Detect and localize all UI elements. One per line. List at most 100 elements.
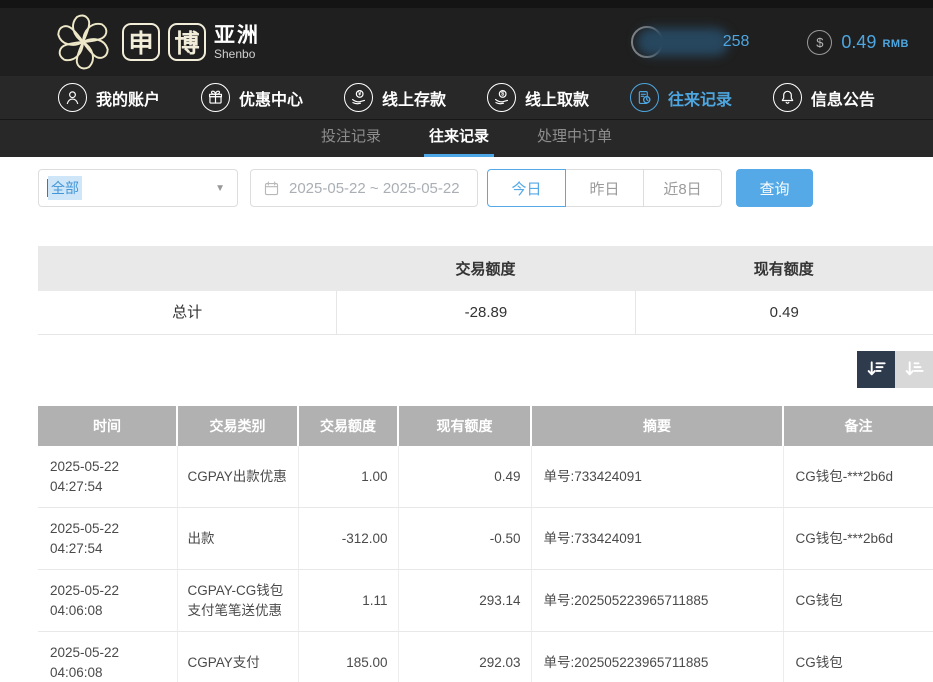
table-cell: CGPAY出款优惠 bbox=[177, 446, 298, 508]
quick-button-yesterday[interactable]: 昨日 bbox=[565, 169, 644, 207]
table-cell: 单号:733424091 bbox=[531, 446, 783, 508]
nav-item-label: 我的账户 bbox=[96, 86, 160, 110]
nav-item-online-withdraw[interactable]: $ 线上取款 bbox=[487, 83, 589, 112]
table-cell: CG钱包-***2b6d bbox=[783, 508, 933, 570]
nav-item-label: 线上存款 bbox=[382, 86, 446, 110]
main-nav: 我的账户 优惠中心 ¥ 线上存款 $ 线上取款 往来记录 信息公告 bbox=[0, 76, 933, 119]
table-cell: CGPAY-CG钱包支付笔笔送优惠 bbox=[177, 570, 298, 632]
table-cell: 2025-05-22 04:06:08 bbox=[38, 632, 177, 682]
deposit-icon: ¥ bbox=[344, 83, 373, 112]
column-header: 交易额度 bbox=[298, 406, 398, 446]
logo-region-cn: 亚洲 bbox=[214, 25, 260, 46]
redacted-username bbox=[637, 28, 729, 56]
table-cell: 单号:733424091 bbox=[531, 508, 783, 570]
table-cell: 1.00 bbox=[298, 446, 398, 508]
tab-processing-orders[interactable]: 处理中订单 bbox=[532, 120, 617, 157]
table-cell: -0.50 bbox=[398, 508, 531, 570]
table-cell: 单号:202505223965711885 bbox=[531, 570, 783, 632]
nav-item-label: 线上取款 bbox=[525, 86, 589, 110]
column-header: 时间 bbox=[38, 406, 177, 446]
table-cell: CG钱包 bbox=[783, 632, 933, 682]
site-header: 申 博 亚洲 Shenbo 258 $ 0.49 RMB bbox=[0, 8, 933, 76]
calendar-icon bbox=[263, 180, 280, 197]
column-header: 摘要 bbox=[531, 406, 783, 446]
balance-currency: RMB bbox=[882, 34, 909, 50]
table-cell: 2025-05-22 04:27:54 bbox=[38, 446, 177, 508]
logo-char-shen: 申 bbox=[122, 23, 160, 61]
transactions-table: 时间交易类别交易额度现有额度摘要备注 2025-05-22 04:27:54CG… bbox=[38, 406, 933, 682]
summary-total-trade: -28.89 bbox=[336, 291, 634, 334]
gift-icon bbox=[201, 83, 230, 112]
sort-controls bbox=[38, 351, 933, 388]
table-header-row: 时间交易类别交易额度现有额度摘要备注 bbox=[38, 406, 933, 446]
table-row: 2025-05-22 04:27:54出款-312.00-0.50单号:7334… bbox=[38, 508, 933, 570]
logo-region-en: Shenbo bbox=[214, 48, 260, 60]
chevron-down-icon: ▼ bbox=[215, 183, 225, 194]
table-cell: 185.00 bbox=[298, 632, 398, 682]
sort-descending-button[interactable] bbox=[857, 351, 895, 388]
account-name[interactable]: 258 bbox=[637, 22, 750, 62]
table-cell: 2025-05-22 04:06:08 bbox=[38, 570, 177, 632]
table-cell: 出款 bbox=[177, 508, 298, 570]
table-cell: CGPAY支付 bbox=[177, 632, 298, 682]
table-cell: 单号:202505223965711885 bbox=[531, 632, 783, 682]
records-icon bbox=[630, 83, 659, 112]
nav-item-transaction-records[interactable]: 往来记录 bbox=[630, 83, 732, 112]
nav-item-promo-center[interactable]: 优惠中心 bbox=[201, 83, 303, 112]
table-row: 2025-05-22 04:06:08CGPAY-CG钱包支付笔笔送优惠1.11… bbox=[38, 570, 933, 632]
summary-total-row: 总计 -28.89 0.49 bbox=[38, 291, 933, 335]
nav-item-online-deposit[interactable]: ¥ 线上存款 bbox=[344, 83, 446, 112]
nav-item-label: 优惠中心 bbox=[239, 86, 303, 110]
tab-bet-records[interactable]: 投注记录 bbox=[316, 120, 386, 157]
type-select[interactable]: 全部 ▼ bbox=[38, 169, 238, 207]
sort-ascending-icon bbox=[903, 358, 926, 381]
nav-item-label: 信息公告 bbox=[811, 86, 875, 110]
table-row: 2025-05-22 04:27:54CGPAY出款优惠1.000.49单号:7… bbox=[38, 446, 933, 508]
table-cell: 292.03 bbox=[398, 632, 531, 682]
column-header: 交易类别 bbox=[177, 406, 298, 446]
summary-total-label: 总计 bbox=[38, 291, 336, 334]
filter-row: 全部 ▼ 2025-05-22 ~ 2025-05-22 今日昨日近8日 查询 bbox=[38, 169, 933, 207]
dollar-icon: $ bbox=[807, 30, 832, 55]
table-cell: 0.49 bbox=[398, 446, 531, 508]
withdraw-icon: $ bbox=[487, 83, 516, 112]
summary-header-row: 交易额度 现有额度 bbox=[38, 246, 933, 291]
column-header: 现有额度 bbox=[398, 406, 531, 446]
balance[interactable]: $ 0.49 RMB bbox=[807, 30, 909, 55]
summary-header-trade: 交易额度 bbox=[336, 258, 634, 279]
date-range-value: 2025-05-22 ~ 2025-05-22 bbox=[289, 180, 460, 197]
sort-descending-icon bbox=[865, 358, 888, 381]
svg-text:$: $ bbox=[501, 92, 504, 98]
summary-table: 交易额度 现有额度 总计 -28.89 0.49 bbox=[38, 246, 933, 335]
column-header: 备注 bbox=[783, 406, 933, 446]
table-cell: 2025-05-22 04:27:54 bbox=[38, 508, 177, 570]
top-strip bbox=[0, 0, 933, 8]
logo-region: 亚洲 Shenbo bbox=[214, 25, 260, 60]
site-logo[interactable]: 申 博 亚洲 Shenbo bbox=[52, 11, 260, 73]
table-cell: CG钱包 bbox=[783, 570, 933, 632]
bell-icon bbox=[773, 83, 802, 112]
table-cell: CG钱包-***2b6d bbox=[783, 446, 933, 508]
logo-char-bo: 博 bbox=[168, 23, 206, 61]
nav-item-announcements[interactable]: 信息公告 bbox=[773, 83, 875, 112]
date-range-picker[interactable]: 2025-05-22 ~ 2025-05-22 bbox=[250, 169, 478, 207]
person-icon bbox=[58, 83, 87, 112]
table-cell: 293.14 bbox=[398, 570, 531, 632]
quick-date-group: 今日昨日近8日 bbox=[487, 169, 722, 207]
summary-header-balance: 现有额度 bbox=[635, 258, 933, 279]
summary-total-balance: 0.49 bbox=[635, 291, 933, 334]
account-suffix: 258 bbox=[723, 33, 750, 51]
quick-button-last-8-days[interactable]: 近8日 bbox=[643, 169, 722, 207]
table-cell: 1.11 bbox=[298, 570, 398, 632]
table-cell: -312.00 bbox=[298, 508, 398, 570]
quick-button-today[interactable]: 今日 bbox=[487, 169, 566, 207]
sub-nav: 投注记录 往来记录 处理中订单 bbox=[0, 119, 933, 157]
query-button[interactable]: 查询 bbox=[736, 169, 813, 207]
type-select-value: 全部 bbox=[48, 176, 82, 200]
sort-ascending-button[interactable] bbox=[895, 351, 933, 388]
tab-transaction-records[interactable]: 往来记录 bbox=[424, 120, 494, 157]
flower-logo-icon bbox=[52, 11, 114, 73]
nav-item-my-account[interactable]: 我的账户 bbox=[58, 83, 160, 112]
balance-amount: 0.49 bbox=[841, 32, 876, 53]
nav-item-label: 往来记录 bbox=[668, 86, 732, 110]
